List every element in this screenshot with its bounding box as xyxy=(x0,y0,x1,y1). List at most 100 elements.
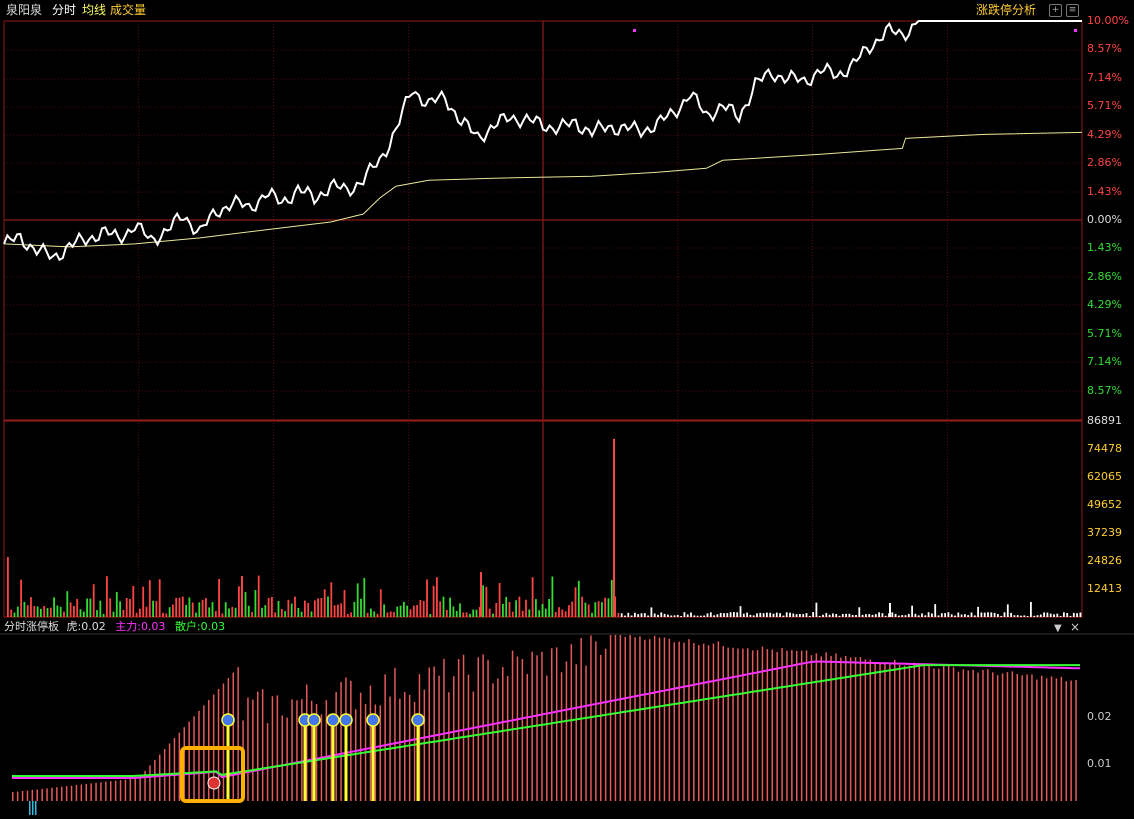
indicator-bar xyxy=(737,648,739,801)
volume-bar xyxy=(10,609,13,617)
volume-bar xyxy=(673,615,676,617)
volume-bar xyxy=(178,597,181,617)
volume-bar xyxy=(1006,604,1009,617)
volume-bar xyxy=(337,604,339,617)
triangle-down-icon[interactable]: ▼ xyxy=(1054,623,1062,634)
volume-bar xyxy=(1026,616,1029,617)
volume-bar xyxy=(1036,615,1039,617)
volume-bar xyxy=(597,601,600,617)
volume-bar xyxy=(89,598,92,617)
indicator-bar xyxy=(159,754,161,801)
indicator-bar xyxy=(247,697,249,801)
indicator-bar xyxy=(771,649,773,801)
limit-dot xyxy=(1074,29,1077,32)
indicator-bar xyxy=(291,699,293,801)
volume-bar xyxy=(376,613,379,617)
volume-bar xyxy=(469,613,471,617)
volume-bar xyxy=(79,609,82,617)
volume-bar xyxy=(634,612,636,617)
volume-bar xyxy=(531,577,534,617)
price-tick: 4.29% xyxy=(1087,127,1122,141)
indicator-bar xyxy=(119,780,122,801)
indicator-bar xyxy=(1041,675,1043,801)
indicator-bar xyxy=(933,668,935,801)
volume-bar xyxy=(584,602,587,617)
indicator-bar xyxy=(913,662,916,801)
volume-bar xyxy=(465,612,468,617)
volume-bar xyxy=(475,609,478,617)
volume-bar xyxy=(244,592,247,617)
indicator-bar xyxy=(423,689,426,801)
indicator-bar xyxy=(849,657,852,801)
indicator-bar xyxy=(168,743,171,801)
volume-bar xyxy=(122,609,125,617)
volume-bar xyxy=(822,614,824,617)
volume-bar xyxy=(610,579,613,617)
volume-bar xyxy=(835,614,838,617)
volume-bar xyxy=(851,615,854,617)
close-icon[interactable]: × xyxy=(1070,620,1080,634)
volume-bar xyxy=(498,583,501,617)
volume-bar xyxy=(33,606,36,617)
volume-bar xyxy=(214,611,217,617)
volume-bar xyxy=(874,614,877,617)
volume-bar xyxy=(911,605,913,617)
volume-bar xyxy=(1016,615,1019,617)
volume-bar xyxy=(571,601,574,617)
volume-bar xyxy=(525,599,527,617)
volume-bar xyxy=(934,604,937,617)
price-tick: 7.14% xyxy=(1087,70,1122,84)
volume-bar xyxy=(647,615,649,617)
volume-bar xyxy=(346,613,349,617)
indicator-bar xyxy=(693,643,695,801)
indicator-bar xyxy=(359,692,362,801)
volume-bar xyxy=(749,614,752,617)
volume-bar xyxy=(670,615,673,617)
volume-bar xyxy=(825,613,828,617)
volume-bar xyxy=(383,604,385,617)
indicator-bar xyxy=(203,705,205,801)
volume-bar xyxy=(399,605,402,617)
indicator-bar xyxy=(36,789,38,801)
volume-bar xyxy=(868,614,871,617)
indicator-bar xyxy=(252,699,254,801)
indicator-bar xyxy=(604,648,607,801)
volume-bar xyxy=(459,603,461,617)
indicator-bar xyxy=(95,782,97,801)
volume-bar xyxy=(650,607,653,617)
volume-bar xyxy=(663,613,666,617)
price-tick: 2.86% xyxy=(1087,156,1122,170)
volume-bar xyxy=(449,597,451,617)
indicator-bar xyxy=(565,661,568,801)
price-tick: 7.14% xyxy=(1087,355,1122,369)
volume-bar xyxy=(247,605,250,617)
indicator-bar xyxy=(222,683,225,801)
volume-bar xyxy=(20,579,22,617)
chart-grid xyxy=(0,20,1134,635)
volume-bar xyxy=(960,614,963,617)
volume-bar xyxy=(726,613,729,617)
indicator-bar xyxy=(384,674,386,801)
indicator-bar xyxy=(237,667,239,801)
indicator-bar xyxy=(114,780,117,801)
volume-bar xyxy=(683,612,686,617)
volume-bar xyxy=(627,612,630,617)
signal-circle-icon xyxy=(221,713,235,727)
volume-bar xyxy=(746,612,748,617)
indicator-bar xyxy=(668,638,671,801)
indicator-bar xyxy=(570,644,573,801)
indicator-bar xyxy=(31,789,34,801)
indicator-bar xyxy=(70,785,73,801)
volume-bar xyxy=(881,613,884,617)
indicator-bar xyxy=(21,791,24,801)
indicator-bar xyxy=(869,659,871,801)
volume-bar xyxy=(340,603,343,617)
volume-bar xyxy=(947,612,950,617)
volume-bar xyxy=(769,612,772,617)
volume-bar xyxy=(680,616,682,617)
volume-bar xyxy=(310,611,313,617)
volume-bar xyxy=(406,605,409,617)
volume-bar xyxy=(419,600,422,617)
volume-bar xyxy=(304,600,306,617)
price-tick: 1.43% xyxy=(1087,241,1122,255)
